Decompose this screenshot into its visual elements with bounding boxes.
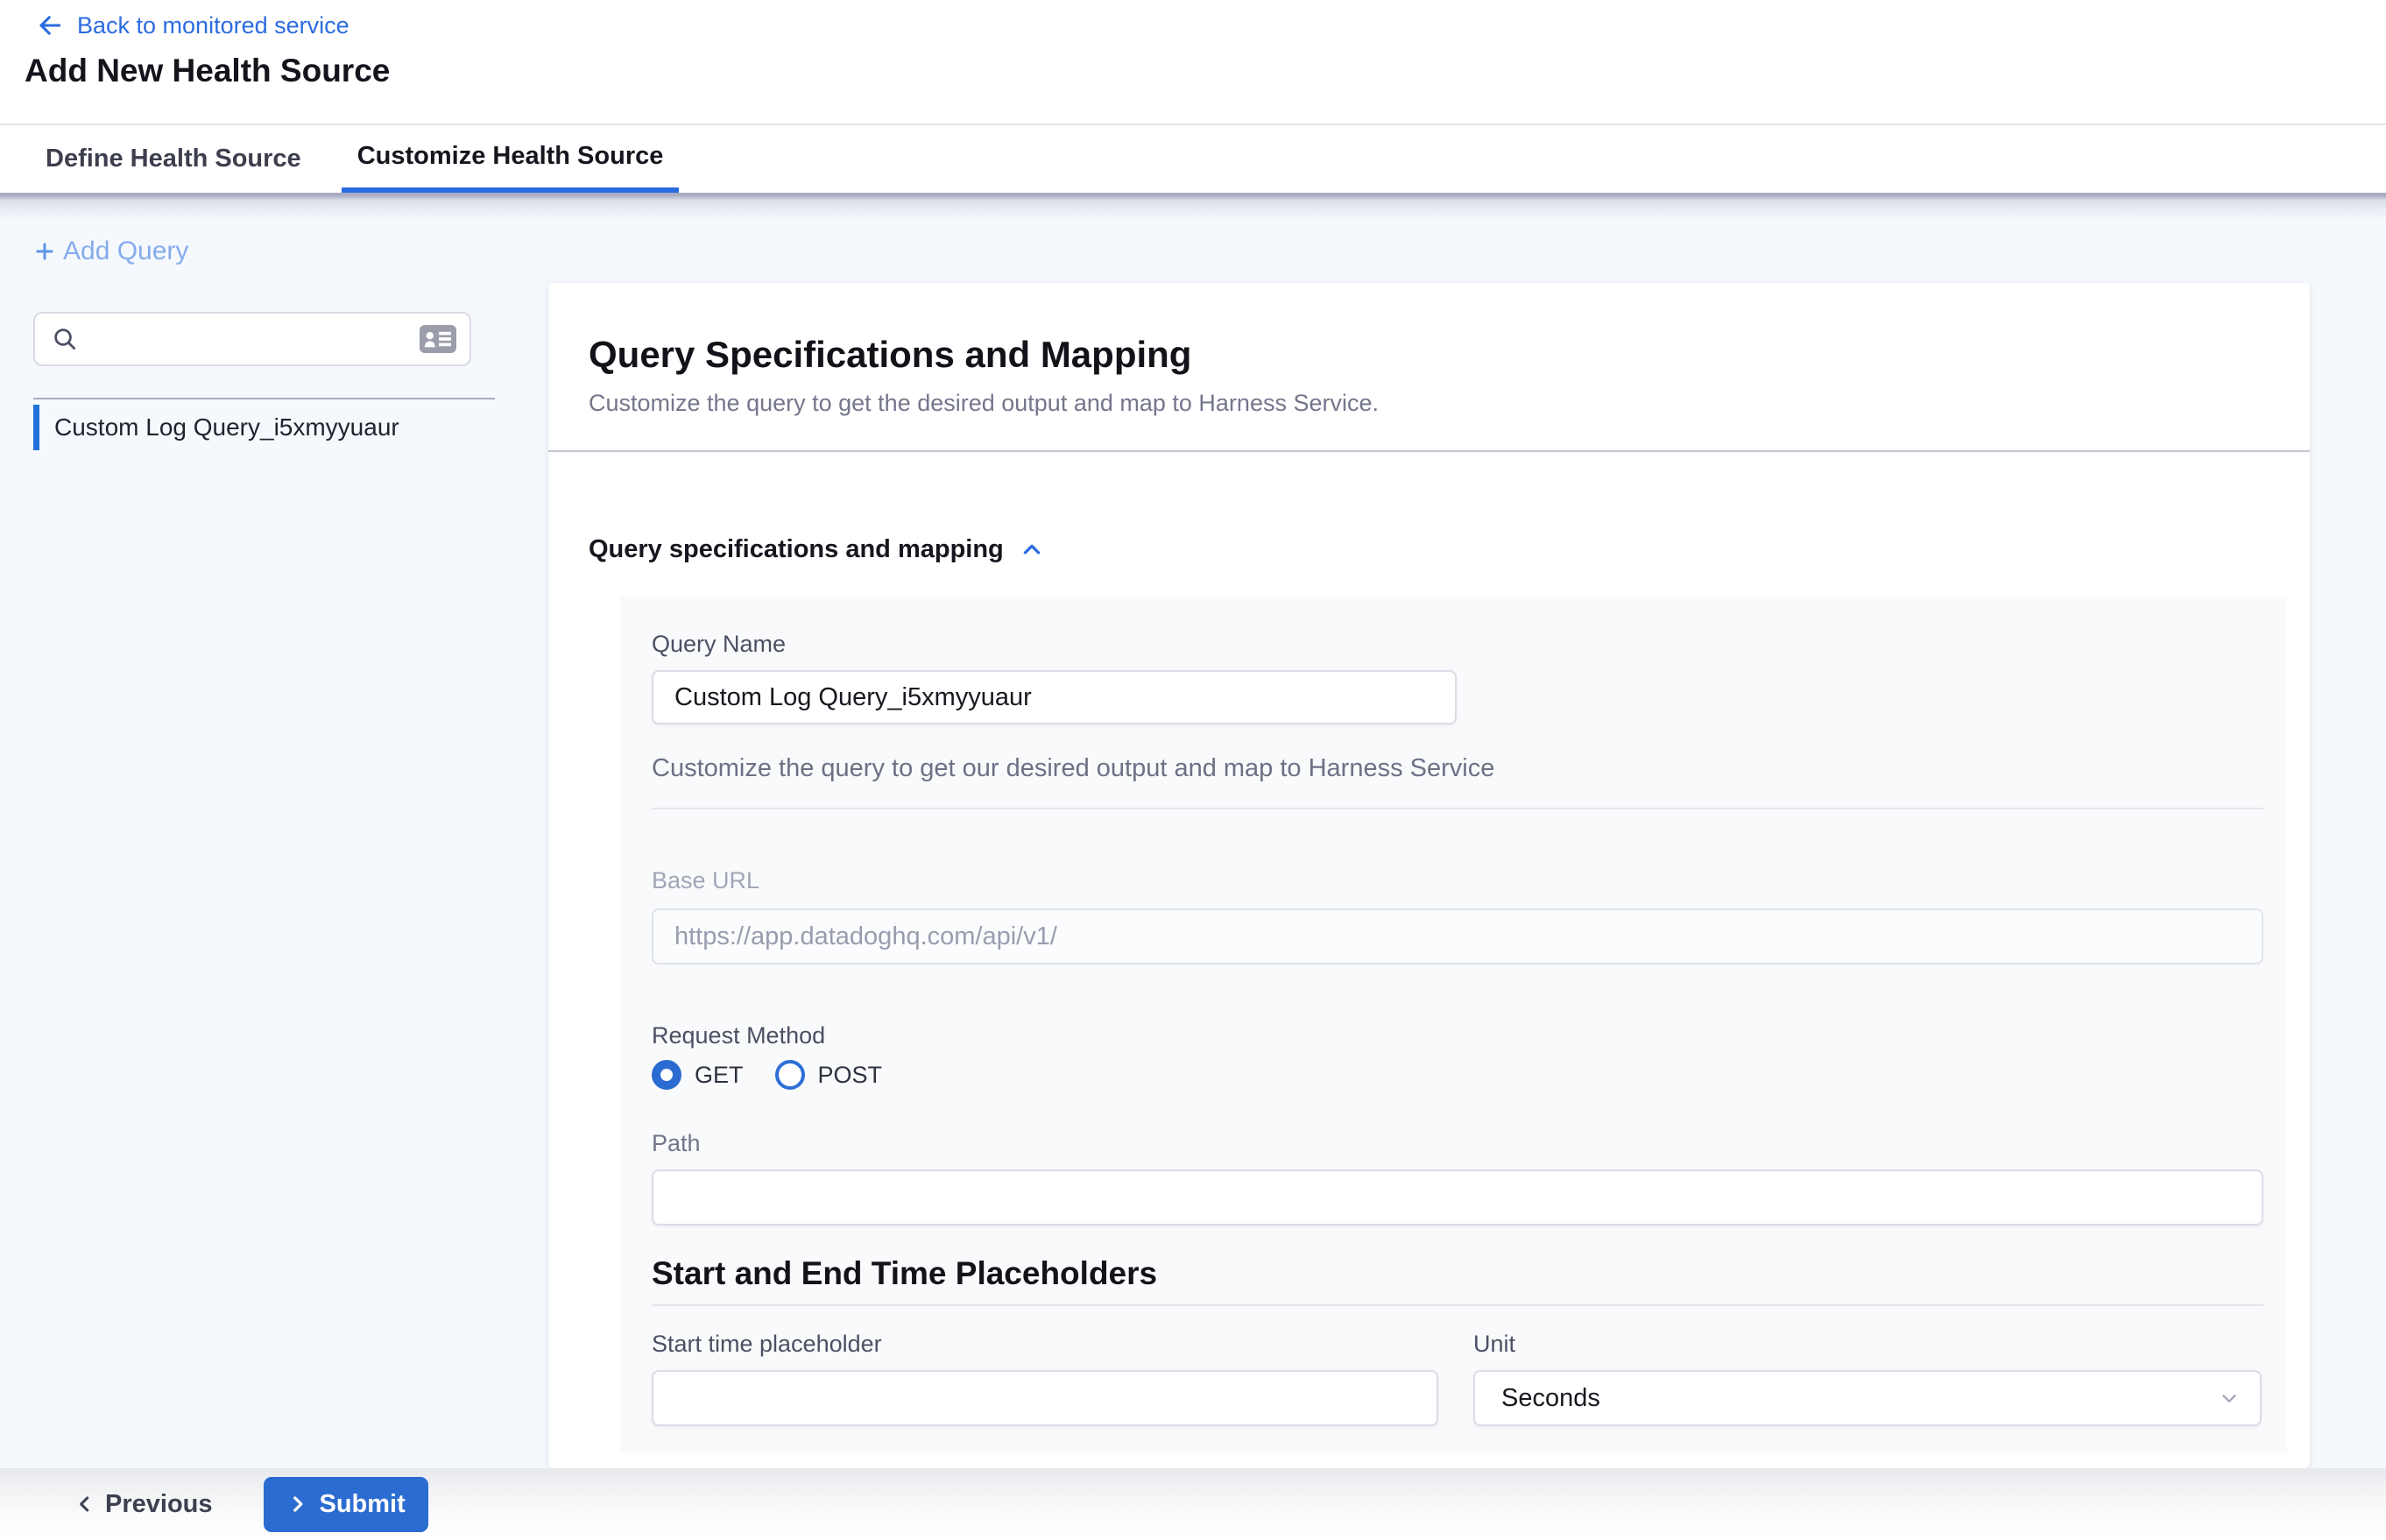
selected-indicator-bar [33, 405, 39, 450]
plus-icon [32, 238, 58, 265]
radio-get[interactable] [652, 1060, 681, 1090]
page-title: Add New Health Source [25, 53, 390, 89]
previous-button[interactable]: Previous [74, 1490, 213, 1519]
sidebar-divider [33, 398, 495, 399]
card-title: Query Specifications and Mapping [589, 334, 2270, 376]
submit-button[interactable]: Submit [264, 1477, 428, 1532]
start-time-field: Start time placeholder [652, 1331, 1438, 1426]
placeholders-heading: Start and End Time Placeholders [652, 1255, 2263, 1292]
contact-card-icon[interactable] [419, 323, 457, 355]
submit-button-label: Submit [320, 1490, 406, 1519]
radio-post[interactable] [775, 1060, 805, 1090]
section-collapse-toggle[interactable]: Query specifications and mapping [589, 535, 2310, 564]
footer-bar: Previous Submit [0, 1468, 2386, 1540]
add-query-label: Add Query [63, 237, 188, 266]
unit-field: Unit Seconds [1473, 1331, 2260, 1426]
chevron-left-icon [74, 1493, 96, 1515]
card-header-divider [548, 450, 2310, 452]
query-form-panel: Query Name Customize the query to get ou… [620, 596, 2287, 1453]
query-search-box [33, 312, 471, 366]
back-link[interactable]: Back to monitored service [35, 11, 349, 40]
back-link-label: Back to monitored service [77, 12, 349, 39]
start-time-label: Start time placeholder [652, 1331, 1438, 1358]
unit-select[interactable]: Seconds [1473, 1370, 2262, 1426]
chevron-up-icon [1020, 538, 1044, 562]
chevron-right-icon [286, 1493, 309, 1515]
add-health-source-screen: Back to monitored service Add New Health… [0, 0, 2386, 1540]
request-method-radio-group: GET POST [652, 1060, 2263, 1090]
start-time-input[interactable] [652, 1370, 1438, 1426]
unit-select-value: Seconds [1501, 1384, 1600, 1413]
query-item-label: Custom Log Query_i5xmyyuaur [54, 413, 399, 442]
tab-customize-health-source[interactable]: Customize Health Source [342, 125, 680, 193]
chevron-down-icon [2218, 1387, 2241, 1409]
search-icon [51, 325, 79, 353]
tab-define-health-source[interactable]: Define Health Source [46, 125, 317, 193]
radio-post-label: POST [818, 1062, 883, 1089]
query-list-item[interactable]: Custom Log Query_i5xmyyuaur [33, 405, 495, 450]
radio-get-label: GET [695, 1062, 744, 1089]
previous-button-label: Previous [105, 1490, 213, 1519]
query-mapping-card: Query Specifications and Mapping Customi… [548, 283, 2310, 1468]
card-header: Query Specifications and Mapping Customi… [548, 283, 2310, 417]
base-url-label: Base URL [652, 867, 2263, 894]
search-input[interactable] [89, 326, 419, 353]
query-name-input[interactable] [652, 670, 1457, 724]
query-name-helper-text: Customize the query to get our desired o… [652, 754, 2263, 783]
card-subtitle: Customize the query to get the desired o… [589, 390, 2270, 417]
query-name-label: Query Name [652, 631, 2263, 658]
path-label: Path [652, 1130, 2263, 1157]
tab-bar: Define Health Source Customize Health So… [0, 125, 2386, 193]
request-method-label: Request Method [652, 1022, 2263, 1049]
path-input[interactable] [652, 1169, 2263, 1226]
section-title: Query specifications and mapping [589, 535, 1004, 564]
add-query-button[interactable]: Add Query [32, 237, 188, 266]
unit-label: Unit [1473, 1331, 2260, 1358]
placeholders-row: Start time placeholder Unit Seconds [652, 1331, 2263, 1426]
form-divider [652, 808, 2263, 809]
base-url-input [652, 908, 2263, 964]
arrow-left-icon [35, 11, 65, 40]
placeholders-divider [652, 1304, 2263, 1306]
